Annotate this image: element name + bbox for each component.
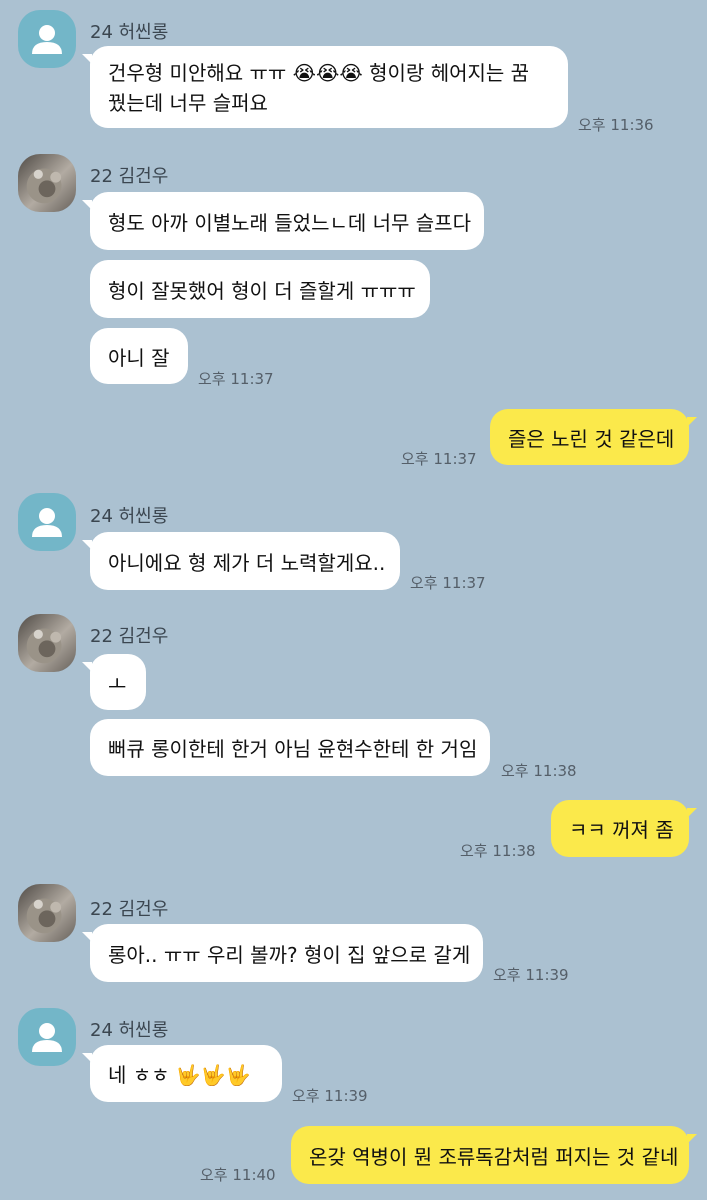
message-bubble[interactable]: 형이 잘못했어 형이 더 즐할게 ㅠㅠㅠ (90, 260, 430, 318)
avatar[interactable] (18, 884, 76, 942)
message-time: 오후 11:38 (460, 842, 536, 860)
message-bubble[interactable]: 아니에요 형 제가 더 노력할게요.. (82, 532, 400, 590)
sender-name: 22 김건우 (90, 626, 169, 647)
sender-name: 24 허씬롱 (90, 22, 169, 43)
sender-name: 24 허씬롱 (90, 1020, 169, 1041)
message-bubble[interactable]: 뻐큐 롱이한테 한거 아님 윤현수한테 한 거임 (90, 719, 490, 776)
message-time: 오후 11:39 (292, 1087, 368, 1105)
sender-name: 22 김건우 (90, 899, 169, 920)
default-profile-icon (32, 1023, 62, 1052)
avatar[interactable] (18, 614, 76, 672)
avatar[interactable] (18, 1008, 76, 1066)
avatar[interactable] (18, 10, 76, 68)
default-profile-icon (32, 508, 62, 537)
message-time: 오후 11:36 (578, 116, 654, 134)
message-time: 오후 11:37 (410, 574, 486, 592)
my-message-bubble[interactable]: 즐은 노린 것 같은데 (490, 409, 697, 465)
message-time: 오후 11:40 (200, 1166, 276, 1184)
avatar[interactable] (18, 493, 76, 551)
message-time: 오후 11:37 (198, 370, 274, 388)
avatar[interactable] (18, 154, 76, 212)
message-bubble[interactable]: 롱아.. ㅠㅠ 우리 볼까? 형이 집 앞으로 갈게 (82, 924, 483, 982)
message-time: 오후 11:37 (401, 450, 477, 468)
message-bubble[interactable]: 건우형 미안해요 ㅠㅠ 😭😭😭 형이랑 헤어지는 꿈 꿨는데 너무 슬퍼요 (82, 46, 568, 128)
message-time: 오후 11:38 (501, 762, 577, 780)
sender-name: 24 허씬롱 (90, 506, 169, 527)
default-profile-icon (32, 25, 62, 54)
my-message-bubble[interactable]: ㅋㅋ 꺼져 좀 (551, 800, 697, 857)
message-bubble[interactable]: 아니 잘 (90, 328, 188, 384)
message-time: 오후 11:39 (493, 966, 569, 984)
message-bubble[interactable]: ㅗ (82, 654, 146, 710)
my-message-bubble[interactable]: 온갖 역병이 뭔 조류독감처럼 퍼지는 것 같네 (291, 1126, 697, 1184)
message-bubble[interactable]: 네 ㅎㅎ 🤟🤟🤟 (82, 1045, 282, 1102)
message-bubble[interactable]: 형도 아까 이별노래 들었느ㄴ데 너무 슬프다 (82, 192, 484, 250)
sender-name: 22 김건우 (90, 166, 169, 187)
